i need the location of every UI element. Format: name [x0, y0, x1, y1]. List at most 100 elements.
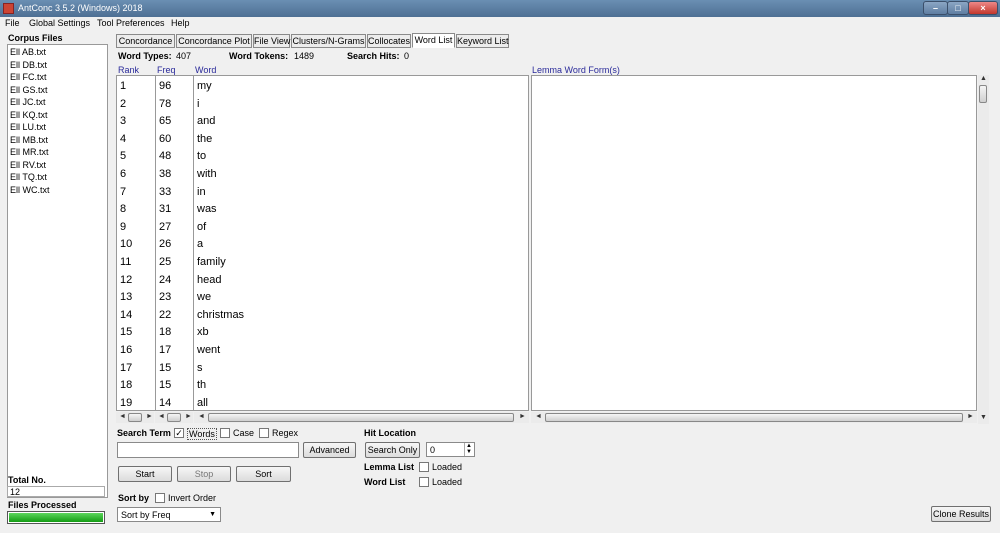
- regex-checkbox[interactable]: [259, 428, 269, 438]
- scroll-right-arrow-icon[interactable]: ►: [185, 413, 192, 420]
- tab-concordance[interactable]: Concordance: [116, 34, 175, 48]
- rank-horizontal-scrollbar[interactable]: ◄ ►: [116, 412, 154, 423]
- column-word-header[interactable]: Word: [195, 65, 216, 75]
- column-rank-header[interactable]: Rank: [118, 65, 139, 75]
- words-checkbox[interactable]: ✓: [174, 428, 184, 438]
- corpus-file-item[interactable]: Ell DB.txt: [10, 60, 47, 72]
- tab-concordance-plot[interactable]: Concordance Plot: [176, 34, 252, 48]
- hit-location-spinner[interactable]: 0 ▲ ▼: [426, 442, 475, 457]
- corpus-file-item[interactable]: Ell FC.txt: [10, 72, 47, 84]
- file-name: DB.txt: [22, 59, 48, 70]
- lemma-horizontal-scrollbar[interactable]: ◄ ►: [531, 412, 977, 423]
- file-name: AB.txt: [22, 47, 47, 57]
- case-checkbox[interactable]: [220, 428, 230, 438]
- table-row[interactable]: 6 38 with: [117, 166, 528, 183]
- vertical-scroll-thumb[interactable]: [979, 85, 987, 103]
- lemma-loaded-checkbox[interactable]: [419, 462, 429, 472]
- search-only-button[interactable]: Search Only: [365, 442, 420, 458]
- corpus-file-item[interactable]: Ell LU.txt: [10, 122, 46, 134]
- scroll-left-arrow-icon[interactable]: ◄: [158, 413, 165, 420]
- table-row[interactable]: 10 26 a: [117, 236, 528, 253]
- file-name: FC.txt: [22, 72, 47, 82]
- scroll-left-arrow-icon[interactable]: ◄: [535, 413, 542, 420]
- corpus-file-item[interactable]: Ell JC.txt: [10, 97, 46, 109]
- lemma-scroll-thumb[interactable]: [545, 413, 963, 422]
- tab-word-list[interactable]: Word List: [412, 33, 455, 48]
- spinner-arrows-icon[interactable]: ▲ ▼: [464, 443, 473, 456]
- menu-tool-preferences[interactable]: Tool Preferences: [97, 18, 165, 28]
- table-row[interactable]: 14 22 christmas: [117, 307, 528, 324]
- file-name: RV.txt: [22, 159, 47, 170]
- table-row[interactable]: 2 78 i: [117, 96, 528, 113]
- word-cell: to: [197, 150, 207, 163]
- corpus-file-item[interactable]: Ell AB.txt: [10, 47, 46, 59]
- corpus-file-item[interactable]: Ell GS.txt: [10, 85, 48, 97]
- table-row[interactable]: 5 48 to: [117, 148, 528, 165]
- table-row[interactable]: 19 14 all: [117, 395, 528, 410]
- sort-button[interactable]: Sort: [236, 466, 291, 482]
- table-row[interactable]: 12 24 head: [117, 272, 528, 289]
- total-no-label: Total No.: [8, 475, 46, 485]
- table-row[interactable]: 13 23 we: [117, 289, 528, 306]
- word-scroll-thumb[interactable]: [208, 413, 514, 422]
- table-row[interactable]: 7 33 in: [117, 184, 528, 201]
- tab-file-view[interactable]: File View: [253, 34, 290, 48]
- table-row[interactable]: 8 31 was: [117, 201, 528, 218]
- freq-cell: 38: [159, 168, 172, 180]
- table-row[interactable]: 16 17 went: [117, 342, 528, 359]
- corpus-file-item[interactable]: Ell WC.txt: [10, 185, 50, 197]
- table-row[interactable]: 1 96 my: [117, 78, 528, 95]
- corpus-file-list[interactable]: Ell AB.txt Ell DB.txt Ell FC.txt Ell GS.txt…: [7, 44, 108, 498]
- lemma-results-area[interactable]: [531, 75, 977, 411]
- rank-cell: 12: [120, 273, 133, 286]
- tab-keyword-list[interactable]: Keyword List: [456, 34, 509, 48]
- corpus-file-item[interactable]: Ell MR.txt: [10, 147, 49, 159]
- word-horizontal-scrollbar[interactable]: ◄ ►: [194, 412, 529, 423]
- column-lemma-header[interactable]: Lemma Word Form(s): [532, 65, 620, 75]
- menu-help[interactable]: Help: [171, 18, 190, 28]
- progress-fill: [9, 513, 103, 522]
- corpus-file-item[interactable]: Ell TQ.txt: [10, 172, 47, 184]
- scroll-up-arrow-icon[interactable]: ▲: [980, 75, 987, 82]
- scroll-down-arrow-icon[interactable]: ▼: [980, 414, 987, 421]
- rank-cell: 8: [120, 203, 127, 216]
- tab-collocates[interactable]: Collocates: [367, 34, 411, 48]
- clone-results-button[interactable]: Clone Results: [931, 506, 991, 522]
- scroll-left-arrow-icon[interactable]: ◄: [198, 413, 205, 420]
- menu-file[interactable]: File: [5, 18, 20, 28]
- search-term-input[interactable]: [117, 442, 299, 458]
- table-row[interactable]: 9 27 of: [117, 219, 528, 236]
- tab-clusters-ngrams[interactable]: Clusters/N-Grams: [291, 34, 366, 48]
- corpus-file-item[interactable]: Ell KQ.txt: [10, 110, 48, 122]
- files-processed-progress: [7, 511, 105, 524]
- scroll-right-arrow-icon[interactable]: ►: [146, 413, 153, 420]
- freq-horizontal-scrollbar[interactable]: ◄ ►: [155, 412, 193, 423]
- word-loaded-checkbox[interactable]: [419, 477, 429, 487]
- rank-cell: 17: [120, 361, 133, 374]
- table-row[interactable]: 18 15 th: [117, 377, 528, 394]
- close-button[interactable]: ×: [968, 1, 998, 15]
- maximize-button[interactable]: □: [947, 1, 969, 15]
- table-row[interactable]: 4 60 the: [117, 131, 528, 148]
- stop-button[interactable]: Stop: [177, 466, 231, 482]
- freq-scroll-thumb[interactable]: [167, 413, 181, 422]
- sort-by-select[interactable]: Sort by Freq ▼: [117, 507, 221, 522]
- scroll-right-arrow-icon[interactable]: ►: [519, 413, 526, 420]
- scroll-left-arrow-icon[interactable]: ◄: [119, 413, 126, 420]
- corpus-file-item[interactable]: Ell MB.txt: [10, 135, 48, 147]
- word-list-table[interactable]: 1 96 my 2 78 i 3 65 and 4 60 the 5 48 to 6 38 with 7 33 in 8 3…: [116, 75, 529, 411]
- menu-global-settings[interactable]: Global Settings: [29, 18, 90, 28]
- invert-order-checkbox[interactable]: [155, 493, 165, 503]
- advanced-button[interactable]: Advanced: [303, 442, 356, 458]
- table-row[interactable]: 11 25 family: [117, 254, 528, 271]
- table-row[interactable]: 3 65 and: [117, 113, 528, 130]
- corpus-file-item[interactable]: Ell RV.txt: [10, 160, 46, 172]
- rank-scroll-thumb[interactable]: [128, 413, 142, 422]
- start-button[interactable]: Start: [118, 466, 172, 482]
- minimize-button[interactable]: –: [923, 1, 948, 15]
- vertical-scrollbar[interactable]: ▲ ▼: [978, 75, 989, 424]
- table-row[interactable]: 17 15 s: [117, 360, 528, 377]
- scroll-right-arrow-icon[interactable]: ►: [967, 413, 974, 420]
- table-row[interactable]: 15 18 xb: [117, 324, 528, 341]
- column-freq-header[interactable]: Freq: [157, 65, 176, 75]
